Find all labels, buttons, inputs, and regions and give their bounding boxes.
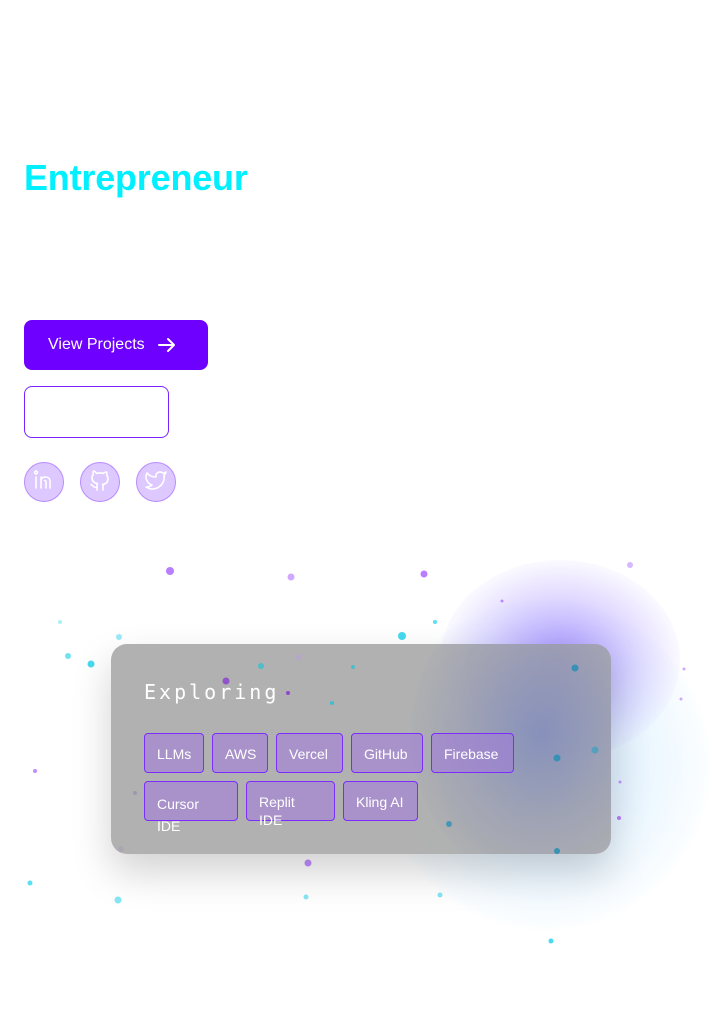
- github-icon: [88, 468, 112, 497]
- arrow-right-icon: [157, 335, 177, 355]
- linkedin-icon: [32, 468, 56, 497]
- view-projects-button[interactable]: View Projects: [24, 320, 208, 370]
- twitter-link[interactable]: [136, 462, 176, 502]
- exploring-card: Exploring LLMs AWS Vercel GitHub Firebas…: [111, 644, 611, 854]
- tag-kling-ai[interactable]: Kling AI: [343, 781, 418, 821]
- social-links: [24, 462, 176, 502]
- twitter-icon: [144, 468, 168, 497]
- tag-vercel[interactable]: Vercel: [276, 733, 343, 773]
- tag-cursor-ide[interactable]: Cursor IDE: [144, 781, 238, 834]
- tag-replit-ide[interactable]: Replit IDE: [246, 781, 335, 828]
- tag-llms[interactable]: LLMs: [144, 733, 204, 773]
- tag-firebase[interactable]: Firebase: [431, 733, 514, 773]
- linkedin-link[interactable]: [24, 462, 64, 502]
- hero-title: Entrepreneur: [24, 157, 248, 198]
- exploring-title: Exploring: [144, 680, 280, 704]
- tag-aws[interactable]: AWS: [212, 733, 268, 773]
- particle-field: [27, 562, 686, 944]
- github-link[interactable]: [80, 462, 120, 502]
- page: Entrepreneur View Projects Exploring LLM…: [0, 0, 721, 1013]
- secondary-button[interactable]: [24, 386, 169, 438]
- tag-github[interactable]: GitHub: [351, 733, 423, 773]
- view-projects-label: View Projects: [48, 336, 145, 353]
